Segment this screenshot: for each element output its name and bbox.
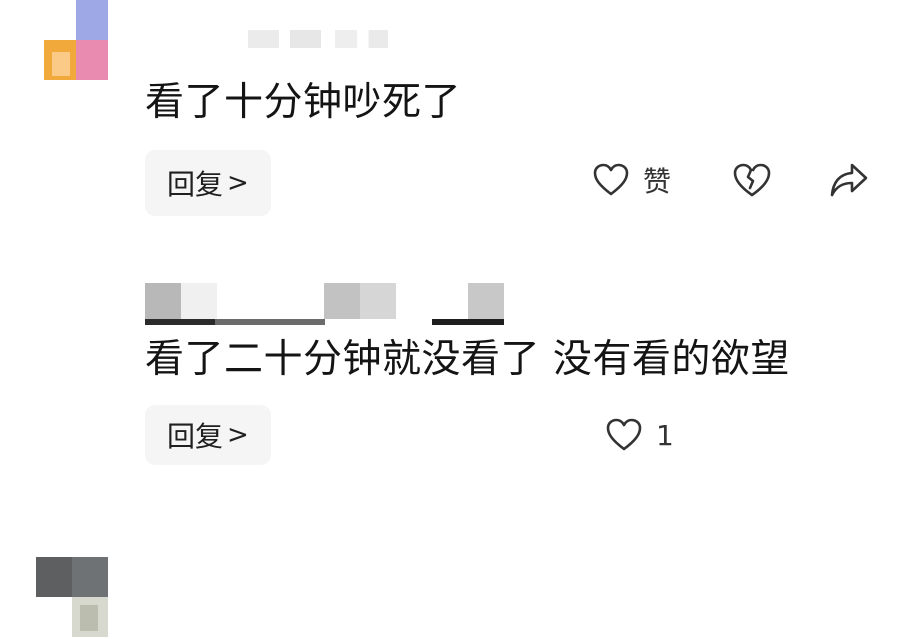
- comment-item: 看了十分钟吵死了 回复 > 赞: [0, 0, 922, 240]
- like-label: 赞: [643, 165, 672, 198]
- like-button[interactable]: 1: [606, 418, 674, 452]
- chevron-right-icon: >: [227, 168, 249, 198]
- chevron-right-icon: >: [227, 420, 249, 450]
- dislike-button[interactable]: [733, 162, 771, 198]
- reply-label: 回复: [167, 168, 224, 201]
- share-icon: [830, 162, 868, 198]
- like-count: 1: [656, 418, 674, 452]
- comment-text: 看了二十分钟就没看了 没有看的欲望: [145, 337, 790, 382]
- heart-icon: [606, 418, 642, 452]
- username-blurred: [248, 30, 388, 48]
- avatar[interactable]: [44, 0, 108, 84]
- broken-heart-icon: [733, 162, 771, 198]
- comment-text: 看了十分钟吵死了: [145, 80, 462, 125]
- share-button[interactable]: [830, 162, 868, 198]
- avatar[interactable]: [36, 557, 108, 639]
- like-button[interactable]: 赞: [593, 160, 671, 200]
- reply-button[interactable]: 回复 >: [145, 150, 271, 216]
- reply-label: 回复: [167, 420, 224, 453]
- heart-icon: [593, 163, 629, 197]
- comment-item: 看了二十分钟就没看了 没有看的欲望 回复 > 1: [0, 275, 922, 637]
- reply-button[interactable]: 回复 >: [145, 405, 271, 465]
